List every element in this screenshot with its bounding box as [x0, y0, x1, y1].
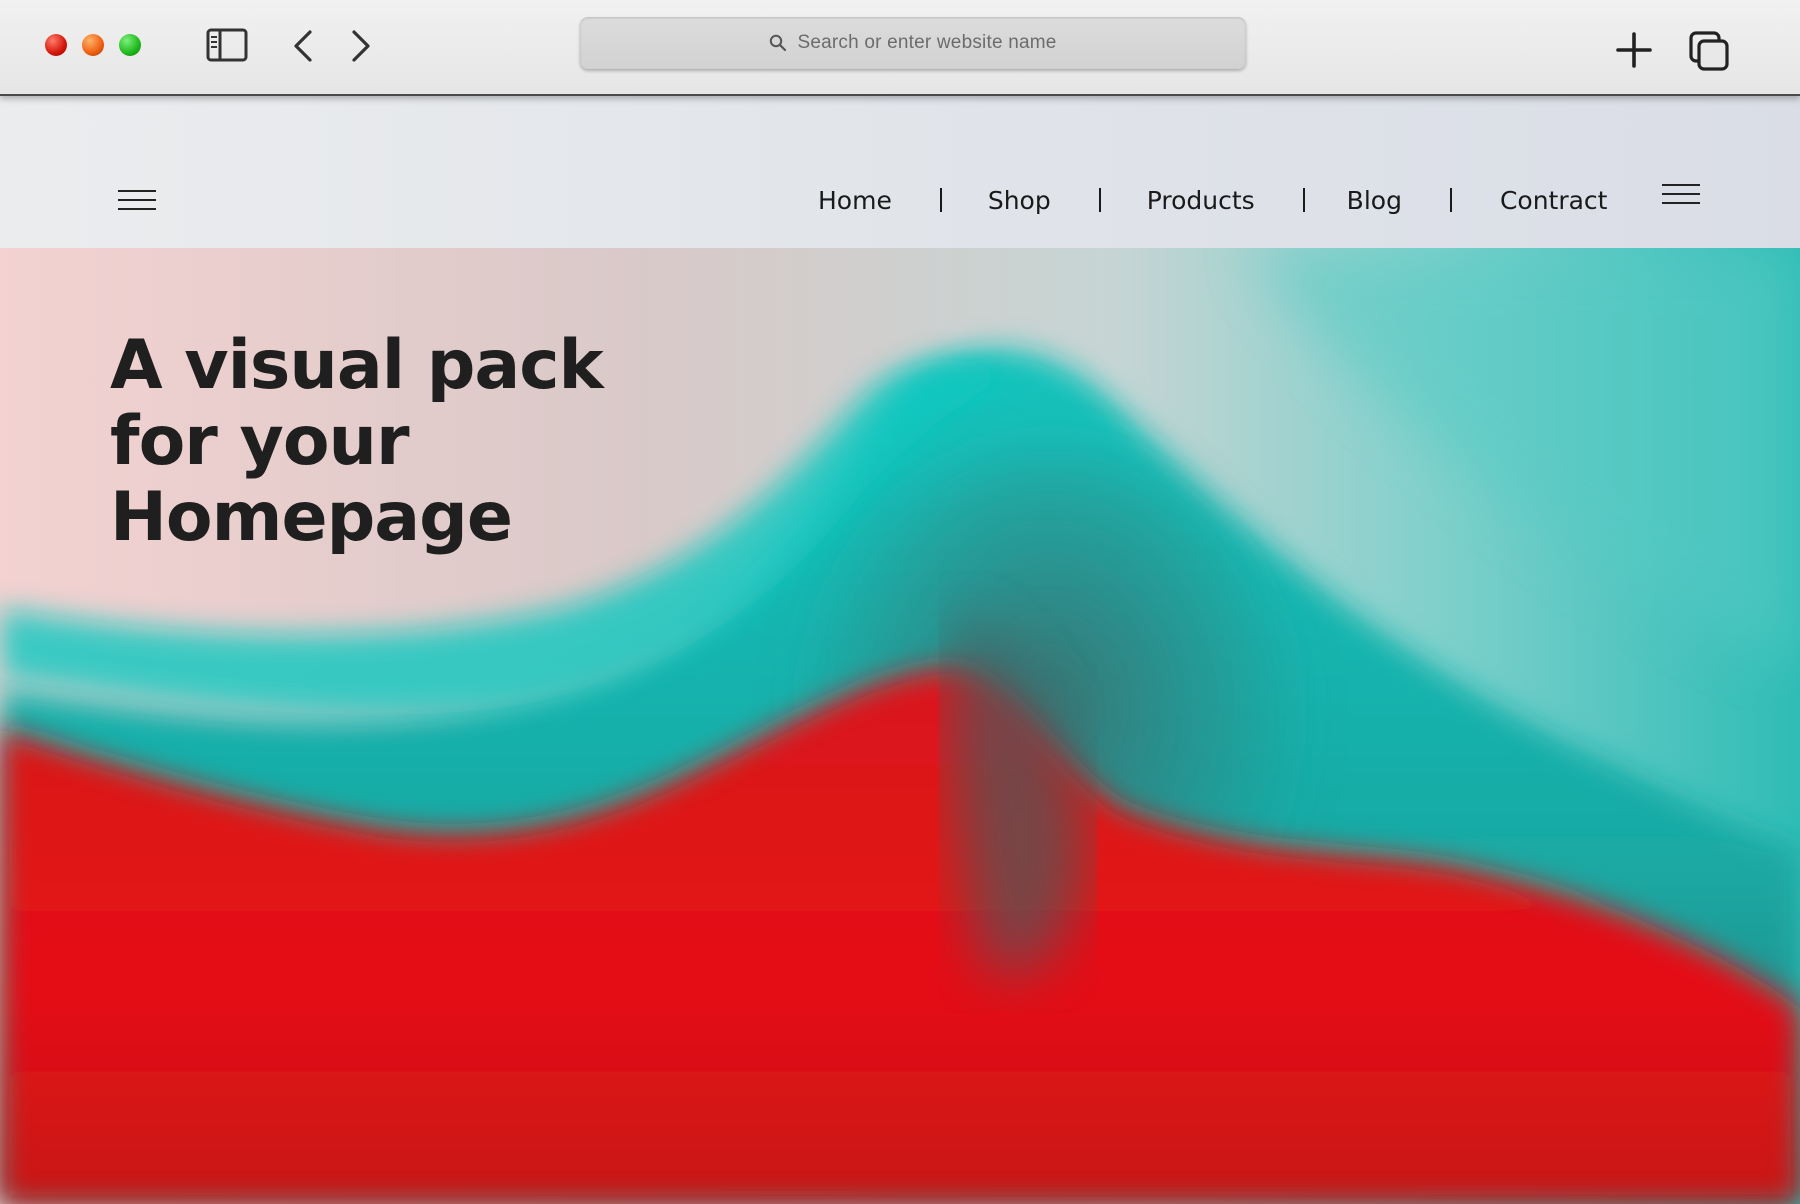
sidebar-icon[interactable]	[206, 28, 248, 62]
nav-link-blog[interactable]: Blog	[1347, 186, 1402, 215]
address-bar[interactable]: Search or enter website name	[580, 17, 1246, 69]
hero-title-line: Homepage	[110, 478, 513, 557]
search-icon	[770, 34, 787, 52]
chevron-right-icon[interactable]	[346, 28, 374, 64]
address-placeholder: Search or enter website name	[797, 32, 1057, 53]
browser-toolbar: Search or enter website name	[0, 0, 1800, 96]
hero-title-line: for your	[110, 402, 409, 481]
site-header: Home Shop Products Blog Contract	[0, 96, 1800, 248]
menu-icon[interactable]	[118, 188, 156, 212]
hero-title: A visual pack for your Homepage	[110, 326, 604, 557]
tabs-icon[interactable]	[1688, 30, 1730, 72]
nav-separator	[1302, 188, 1305, 212]
hero-section: A visual pack for your Homepage	[0, 248, 1800, 1204]
nav-link-contract[interactable]: Contract	[1500, 186, 1608, 215]
nav-link-shop[interactable]: Shop	[988, 186, 1051, 215]
minimize-window-button[interactable]	[82, 34, 104, 56]
chevron-left-icon[interactable]	[290, 28, 318, 64]
nav-separator	[1449, 188, 1452, 212]
nav-separator	[1098, 188, 1101, 212]
plus-icon[interactable]	[1614, 30, 1654, 70]
browser-window: Search or enter website name Home Shop P…	[0, 0, 1800, 1204]
nav-link-products[interactable]: Products	[1147, 186, 1255, 215]
menu-icon[interactable]	[1662, 182, 1700, 206]
main-nav: Home Shop Products Blog Contract	[818, 180, 1607, 220]
maximize-window-button[interactable]	[119, 34, 141, 56]
nav-separator	[939, 188, 942, 212]
close-window-button[interactable]	[45, 34, 67, 56]
hero-title-line: A visual pack	[110, 326, 604, 405]
nav-link-home[interactable]: Home	[818, 186, 892, 215]
